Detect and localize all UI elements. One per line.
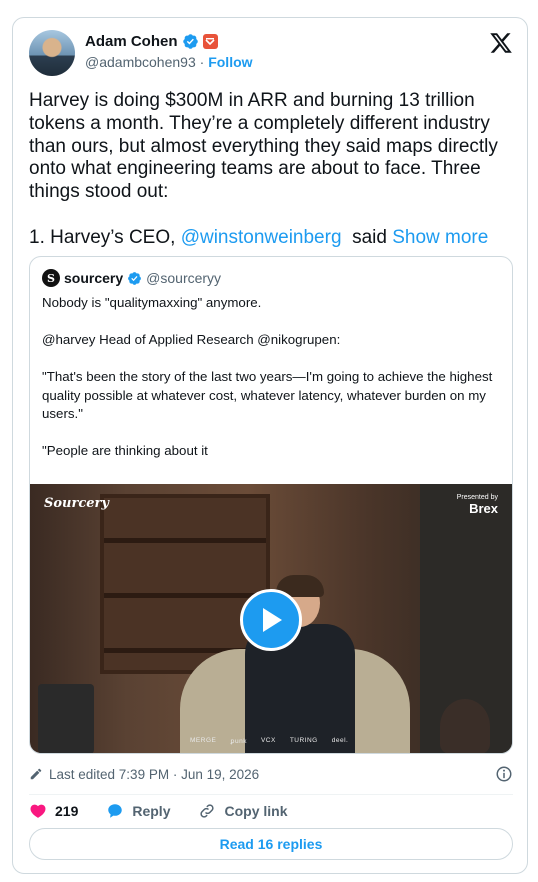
mention-link[interactable]: @winstonweinberg: [181, 227, 342, 248]
reply-button[interactable]: Reply: [106, 802, 170, 820]
quote-header: S sourcery @sourceryy: [42, 269, 221, 287]
play-button[interactable]: [240, 589, 302, 651]
quote-author-handle: @sourceryy: [146, 270, 222, 286]
affiliate-badge-icon: [202, 34, 218, 49]
show-more-link[interactable]: Show more: [392, 227, 488, 248]
x-logo-icon[interactable]: [489, 31, 513, 55]
link-icon: [200, 804, 215, 818]
follow-button[interactable]: Follow: [208, 54, 252, 70]
like-button[interactable]: 219: [29, 802, 78, 820]
verified-badge-icon: [128, 271, 142, 285]
play-icon: [263, 608, 282, 632]
presented-by-label: Presented by: [456, 494, 498, 501]
sponsor-logo: VCX: [260, 737, 276, 744]
info-icon[interactable]: [495, 765, 513, 783]
sponsor-logo: TURING: [289, 737, 318, 744]
video-brand-logo: Sourcery: [44, 496, 109, 511]
quote-line: @harvey Head of Applied Research @nikogr…: [42, 332, 341, 347]
tweet-p2-prefix: 1. Harvey’s CEO,: [29, 226, 181, 248]
tweet-card: Adam Cohen @adambcohen93 · Follow Harvey…: [12, 17, 528, 874]
author-name[interactable]: Adam Cohen: [85, 33, 178, 50]
sponsor-logo: MERGE: [190, 737, 217, 744]
sponsor-name: Brex: [469, 501, 498, 516]
vase: [440, 699, 490, 753]
quote-avatar[interactable]: S: [42, 269, 60, 287]
quote-author-name[interactable]: sourcery: [64, 270, 123, 286]
sponsor-row: MERGE ꝑunk VCX TURING deel.: [190, 737, 348, 745]
reply-bubble-icon: [108, 804, 123, 818]
tweet-p2-suffix: said: [341, 226, 393, 248]
tweet-meta: Last edited 7:39 PM · Jun 19, 2026: [29, 765, 513, 783]
heart-icon: [30, 804, 46, 818]
sponsor-logo: ꝑunk: [230, 738, 247, 745]
edited-timestamp[interactable]: Last edited 7:39 PM · Jun 19, 2026: [49, 767, 259, 782]
tweet-paragraph-1: Harvey is doing $300M in ARR and burning…: [29, 90, 498, 203]
quote-line: "People are thinking about it: [42, 443, 208, 458]
quoted-tweet[interactable]: S sourcery @sourceryy Nobody is "quality…: [29, 256, 513, 754]
edit-pencil-icon: [30, 768, 42, 780]
like-count: 219: [55, 803, 79, 819]
copy-link-button[interactable]: Copy link: [198, 802, 288, 820]
reply-label: Reply: [132, 803, 171, 819]
tweet-text: Harvey is doing $300M in ARR and burning…: [29, 90, 519, 250]
read-replies-button[interactable]: Read 16 replies: [29, 828, 513, 860]
sponsor-logo: deel.: [331, 737, 349, 744]
quote-text: Nobody is "qualitymaxxing" anymore. @har…: [42, 294, 502, 461]
author-handle[interactable]: @adambcohen93: [85, 54, 196, 70]
quote-line: Nobody is "qualitymaxxing" anymore.: [42, 295, 262, 310]
avatar[interactable]: [29, 30, 75, 76]
author-handle-row: @adambcohen93 · Follow: [85, 54, 253, 70]
author-name-row: Adam Cohen: [85, 33, 218, 50]
tweet-header: Adam Cohen @adambcohen93 · Follow: [29, 30, 513, 76]
separator-dot: ·: [199, 54, 209, 70]
action-bar: 219 Reply Copy link: [29, 800, 316, 822]
copy-link-label: Copy link: [224, 803, 288, 819]
divider: [29, 794, 513, 795]
video-sponsor-badge: Presented by Brex: [457, 494, 498, 516]
video-thumbnail[interactable]: Sourcery Presented by Brex MERGE ꝑunk VC…: [30, 484, 512, 753]
verified-badge-icon: [182, 34, 198, 49]
quote-line: "That's been the story of the last two y…: [42, 369, 497, 421]
tweet-paragraph-2: 1. Harvey’s CEO, @winstonweinberg said S…: [29, 227, 519, 250]
side-table: [38, 684, 94, 753]
